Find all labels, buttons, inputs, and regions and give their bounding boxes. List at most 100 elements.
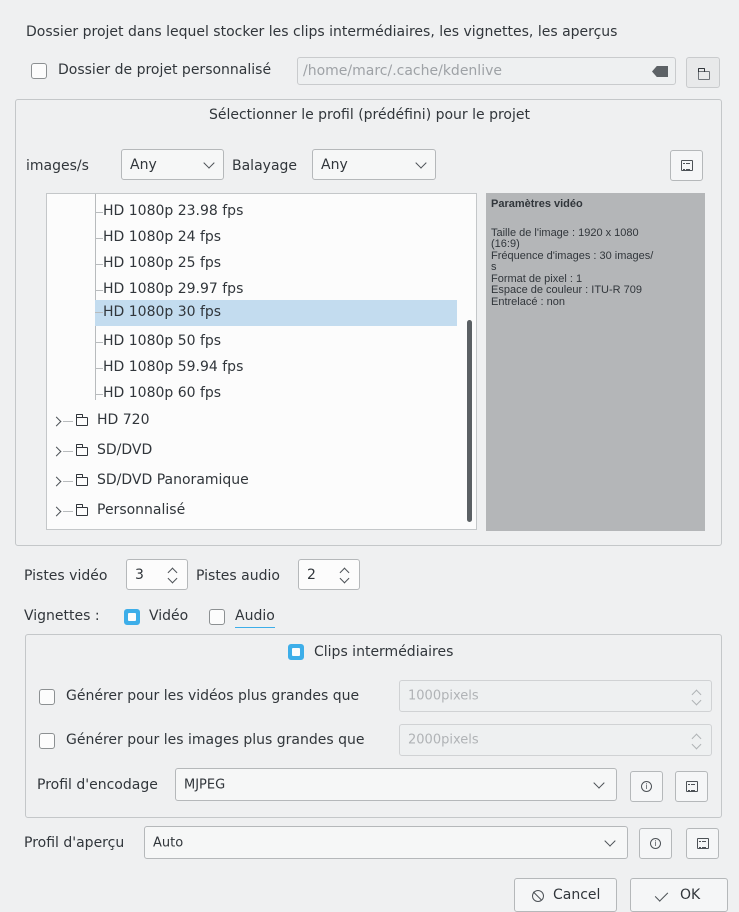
encoding-profile-combo[interactable]: MJPEG xyxy=(175,768,617,801)
proxy-image-size-spinbox[interactable]: 2000pixels xyxy=(399,724,712,756)
chevron-down-icon[interactable] xyxy=(339,573,350,584)
chevron-right-icon[interactable] xyxy=(51,476,62,487)
proxy-video-size-spinbox[interactable]: 1000pixels xyxy=(399,680,712,712)
thumbnails-video-label[interactable]: Vidéo xyxy=(149,608,188,624)
ok-label: OK xyxy=(680,887,701,903)
tree-item-label: HD 1080p 30 fps xyxy=(103,304,222,320)
preview-manage-button[interactable] xyxy=(686,828,719,859)
tree-row[interactable]: HD 1080p 25 fps xyxy=(47,252,467,276)
tree-folder-label: SD/DVD xyxy=(97,442,153,458)
video-params-panel: Paramètres vidéo Taille de l'image : 192… xyxy=(486,193,705,531)
folder-icon xyxy=(75,504,88,516)
thumbnails-audio-checkbox[interactable] xyxy=(209,609,225,625)
tree-folder-label: HD 720 xyxy=(97,412,150,428)
folder-icon xyxy=(75,474,88,486)
tree-folder-row[interactable]: Personnalisé xyxy=(47,498,467,524)
tree-folder-row[interactable]: HD 720 xyxy=(47,408,467,434)
checkmark-icon xyxy=(654,888,669,902)
tree-item-label: HD 1080p 59.94 fps xyxy=(103,359,244,375)
configure-list-icon xyxy=(681,160,693,171)
proxy-image-size-value: 2000pixels xyxy=(408,732,479,748)
preview-profile-combo[interactable]: Auto xyxy=(144,826,628,859)
tree-connector xyxy=(95,342,103,343)
project-path-input[interactable]: /home/marc/.cache/kdenlive xyxy=(297,57,676,85)
ok-button[interactable]: OK xyxy=(630,878,728,912)
tree-folder-label: Personnalisé xyxy=(97,502,186,518)
video-params-line: s xyxy=(491,261,497,273)
tree-row[interactable]: HD 1080p 23.98 fps xyxy=(47,200,467,224)
video-params-line: Fréquence d'images : 30 images/ xyxy=(491,250,654,262)
tree-row[interactable]: HD 1080p 60 fps xyxy=(47,382,467,406)
tree-connector xyxy=(95,368,103,369)
scan-combo[interactable]: Any xyxy=(312,149,436,180)
tree-item-label: HD 1080p 25 fps xyxy=(103,255,222,271)
proxy-image-label[interactable]: Générer pour les images plus grandes que xyxy=(66,732,364,748)
preview-info-button[interactable]: i xyxy=(639,828,672,859)
encoding-manage-button[interactable] xyxy=(675,771,708,802)
audio-tracks-label: Pistes audio xyxy=(196,568,280,584)
audio-tracks-spinbox[interactable]: 2 xyxy=(298,559,360,590)
tree-connector xyxy=(63,481,73,482)
encoding-info-button[interactable]: i xyxy=(630,771,663,802)
chevron-down-icon[interactable] xyxy=(691,695,702,706)
tree-item-label: HD 1080p 29.97 fps xyxy=(103,281,244,297)
chevron-right-icon[interactable] xyxy=(51,506,62,517)
tree-row[interactable]: HD 1080p 29.97 fps xyxy=(47,278,467,302)
tree-connector xyxy=(95,264,103,265)
proxy-image-checkbox[interactable] xyxy=(39,733,55,749)
video-tracks-spinbox[interactable]: 3 xyxy=(126,559,188,590)
proxy-video-checkbox[interactable] xyxy=(39,689,55,705)
chevron-right-icon[interactable] xyxy=(51,446,62,457)
fps-combo[interactable]: Any xyxy=(121,149,224,180)
video-tracks-label: Pistes vidéo xyxy=(24,568,108,584)
proxy-clips-checkbox[interactable] xyxy=(288,644,304,660)
tree-connector xyxy=(63,451,73,452)
tree-folder-row[interactable]: SD/DVD Panoramique xyxy=(47,468,467,494)
preview-profile-label: Profil d'aperçu xyxy=(24,835,125,851)
chevron-down-icon xyxy=(203,157,215,169)
tree-folder-row[interactable]: SD/DVD xyxy=(47,438,467,464)
custom-folder-label[interactable]: Dossier de projet personnalisé xyxy=(58,62,271,78)
proxy-clips-label[interactable]: Clips intermédiaires xyxy=(314,644,453,660)
profile-tree[interactable]: HD 1080p 23.98 fps HD 1080p 24 fps HD 10… xyxy=(46,193,477,530)
custom-folder-checkbox[interactable] xyxy=(31,63,47,79)
chevron-down-icon xyxy=(604,835,616,847)
tree-connector xyxy=(95,212,103,213)
fps-value: Any xyxy=(130,156,157,173)
browse-folder-button[interactable] xyxy=(686,57,720,88)
tree-connector xyxy=(63,421,73,422)
chevron-down-icon[interactable] xyxy=(691,739,702,750)
profile-group-title: Sélectionner le profil (prédéfini) pour … xyxy=(208,107,530,123)
tree-item-label: HD 1080p 50 fps xyxy=(103,333,222,349)
folder-icon xyxy=(75,414,88,426)
tree-scrollbar-handle[interactable] xyxy=(467,320,472,522)
tree-row-selected[interactable]: HD 1080p 30 fps xyxy=(95,300,457,326)
project-folder-description: Dossier projet dans lequel stocker les c… xyxy=(26,24,618,40)
video-params-title: Paramètres vidéo xyxy=(491,198,583,210)
chevron-down-icon[interactable] xyxy=(167,573,178,584)
video-params-line: Entrelacé : non xyxy=(491,296,565,308)
tree-folder-label: SD/DVD Panoramique xyxy=(97,472,249,488)
tree-row[interactable]: HD 1080p 50 fps xyxy=(47,330,467,354)
tree-connector xyxy=(63,511,73,512)
tree-row[interactable]: HD 1080p 24 fps xyxy=(47,226,467,250)
chevron-down-icon xyxy=(593,777,605,789)
scan-value: Any xyxy=(321,156,348,173)
video-params-line: Espace de couleur : ITU-R 709 xyxy=(491,284,643,296)
tree-row[interactable]: HD 1080p 59.94 fps xyxy=(47,356,467,380)
cancel-button[interactable]: Cancel xyxy=(514,878,617,912)
proxy-video-size-value: 1000pixels xyxy=(408,688,479,704)
clear-text-icon[interactable] xyxy=(652,66,668,77)
tree-connector xyxy=(95,238,103,239)
cancel-icon xyxy=(532,890,544,902)
folder-icon xyxy=(75,444,88,456)
tree-connector xyxy=(95,312,103,313)
thumbnails-video-checkbox[interactable] xyxy=(124,609,140,625)
thumbnails-label: Vignettes : xyxy=(24,608,100,624)
encoding-profile-label: Profil d'encodage xyxy=(37,777,158,793)
thumbnails-audio-label[interactable]: Audio xyxy=(235,608,275,628)
chevron-right-icon[interactable] xyxy=(51,416,62,427)
manage-profiles-button[interactable] xyxy=(670,150,703,181)
project-path-value: /home/marc/.cache/kdenlive xyxy=(303,63,502,79)
proxy-video-label[interactable]: Générer pour les vidéos plus grandes que xyxy=(66,688,359,704)
